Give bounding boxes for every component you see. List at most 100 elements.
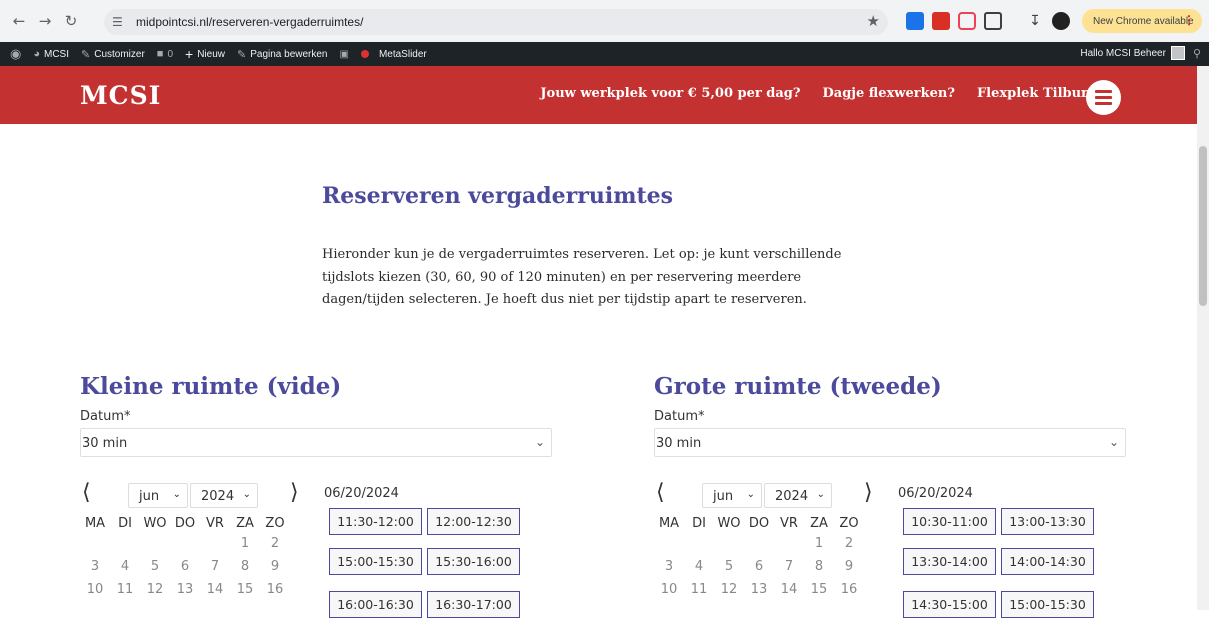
calendar-day[interactable]: 14 xyxy=(200,580,230,600)
nav-link-flexplek-tilburg[interactable]: Flexplek Tilburg xyxy=(977,86,1097,101)
forward-icon[interactable]: → xyxy=(34,10,56,32)
adminbar-metaslider[interactable]: MetaSlider xyxy=(379,49,427,60)
site-logo[interactable]: MCSI xyxy=(80,81,161,110)
site-info-icon[interactable]: ☰ xyxy=(112,15,130,29)
calendar-day[interactable]: 10 xyxy=(654,580,684,600)
wp-logo-icon[interactable]: ◉ xyxy=(10,46,21,62)
main-nav: Jouw werkplek voor € 5,00 per dag? Dagje… xyxy=(518,86,1097,101)
adminbar-edit-page[interactable]: ✎ Pagina bewerken xyxy=(237,48,328,61)
back-icon[interactable]: ← xyxy=(8,10,30,32)
extensions-puzzle-icon[interactable] xyxy=(984,12,1002,30)
downloads-icon[interactable]: ↧ xyxy=(1026,12,1044,30)
address-bar[interactable]: ☰ midpointcsi.nl/reserveren-vergaderruim… xyxy=(104,9,888,35)
pocket-icon[interactable] xyxy=(958,12,976,30)
prev-month-icon[interactable]: ⟨ xyxy=(656,480,665,505)
calendar-day[interactable]: 15 xyxy=(804,580,834,600)
room-large: Grote ruimte (tweede) Datum* 30 min ⌄ ⟨ … xyxy=(654,373,1129,618)
calendar-day[interactable]: 9 xyxy=(260,557,290,577)
calendar-day[interactable]: 1 xyxy=(804,534,834,554)
next-month-icon[interactable]: ⟩ xyxy=(864,480,873,505)
calendar-day[interactable]: 1 xyxy=(230,534,260,554)
next-month-icon[interactable]: ⟩ xyxy=(290,480,299,505)
calendar-day[interactable]: 13 xyxy=(170,580,200,600)
time-slot-button[interactable]: 14:30-15:00 xyxy=(903,591,996,618)
calendar-day[interactable]: 4 xyxy=(684,557,714,577)
time-slot-button[interactable]: 11:30-12:00 xyxy=(329,508,422,535)
calendar-day[interactable]: 8 xyxy=(804,557,834,577)
calendar-day[interactable]: 7 xyxy=(774,557,804,577)
time-slot-button[interactable]: 13:00-13:30 xyxy=(1001,508,1094,535)
calendar-day[interactable]: 6 xyxy=(170,557,200,577)
duration-select[interactable]: 30 min ⌄ xyxy=(80,428,552,457)
adminbar-greeting[interactable]: Hallo MCSI Beheer xyxy=(1080,48,1166,59)
time-slot-button[interactable]: 16:00-16:30 xyxy=(329,591,422,618)
pencil-icon: ✎ xyxy=(237,48,247,61)
calendar-day xyxy=(684,534,714,554)
calendar-day[interactable]: 9 xyxy=(834,557,864,577)
calendar-day[interactable]: 2 xyxy=(834,534,864,554)
nav-link-werkplek[interactable]: Jouw werkplek voor € 5,00 per dag? xyxy=(540,86,800,101)
time-slot-button[interactable]: 16:30-17:00 xyxy=(427,591,520,618)
weekday-header: MA DI WO DO VR ZA ZO xyxy=(80,514,310,534)
time-slot-button[interactable]: 15:30-16:00 xyxy=(427,548,520,575)
intro-text: Hieronder kun je de vergaderruimtes rese… xyxy=(322,247,842,307)
prev-month-icon[interactable]: ⟨ xyxy=(82,480,91,505)
calendar-day[interactable]: 14 xyxy=(774,580,804,600)
yoast-icon[interactable]: ▣ xyxy=(340,49,349,60)
calendar-day[interactable]: 12 xyxy=(714,580,744,600)
calendar-day[interactable]: 6 xyxy=(744,557,774,577)
calendar-day[interactable]: 16 xyxy=(834,580,864,600)
time-slot-button[interactable]: 10:30-11:00 xyxy=(903,508,996,535)
calendar-day[interactable]: 3 xyxy=(80,557,110,577)
weekday-label: WO xyxy=(143,516,167,531)
calendar-day[interactable]: 13 xyxy=(744,580,774,600)
reload-icon[interactable]: ↻ xyxy=(60,10,82,32)
month-select[interactable]: jun ⌄ xyxy=(702,483,762,508)
duration-select[interactable]: 30 min ⌄ xyxy=(654,428,1126,457)
adminbar-customizer[interactable]: ✎ Customizer xyxy=(81,48,145,61)
scrollbar-thumb[interactable] xyxy=(1199,146,1207,306)
time-slot-button[interactable]: 12:00-12:30 xyxy=(427,508,520,535)
profile-avatar-icon[interactable] xyxy=(1052,12,1070,30)
calendar-day[interactable]: 12 xyxy=(140,580,170,600)
calendar-day[interactable]: 16 xyxy=(260,580,290,600)
time-slot-button[interactable]: 13:30-14:00 xyxy=(903,548,996,575)
calendar-day[interactable]: 15 xyxy=(230,580,260,600)
calendar-day[interactable]: 7 xyxy=(200,557,230,577)
calendar-day[interactable]: 4 xyxy=(110,557,140,577)
nav-link-flexwerken[interactable]: Dagje flexwerken? xyxy=(823,86,955,101)
calendar-day[interactable]: 3 xyxy=(654,557,684,577)
month-select[interactable]: jun ⌄ xyxy=(128,483,188,508)
calendar-day[interactable]: 5 xyxy=(714,557,744,577)
calendar-day xyxy=(654,534,684,554)
calendar-day xyxy=(200,534,230,554)
page-scrollbar[interactable] xyxy=(1197,66,1209,610)
bookmark-star-icon[interactable]: ★ xyxy=(867,12,880,30)
time-slot-button[interactable]: 15:00-15:30 xyxy=(329,548,422,575)
url-text: midpointcsi.nl/reserveren-vergaderruimte… xyxy=(136,15,364,29)
update-chrome-button[interactable]: New Chrome available ⋮ xyxy=(1082,9,1202,33)
year-select[interactable]: 2024 ⌄ xyxy=(764,483,832,508)
search-icon[interactable]: ⚲ xyxy=(1193,47,1201,60)
wp-admin-bar: ◉ ◕ MCSI ✎ Customizer ■ 0 + Nieuw ✎ Pagina be… xyxy=(0,42,1209,66)
extension-icon[interactable] xyxy=(906,12,924,30)
weekday-label: DO xyxy=(174,516,196,531)
weekday-label: ZO xyxy=(839,516,859,531)
year-select[interactable]: 2024 ⌄ xyxy=(190,483,258,508)
extension-icon[interactable] xyxy=(932,12,950,30)
adminbar-site[interactable]: ◕ MCSI xyxy=(33,48,69,60)
calendar-day[interactable]: 11 xyxy=(684,580,714,600)
adminbar-comments[interactable]: ■ 0 xyxy=(157,48,173,60)
avatar[interactable] xyxy=(1170,46,1185,60)
duration-value: 30 min xyxy=(656,436,702,451)
calendar-day[interactable]: 2 xyxy=(260,534,290,554)
calendar-day[interactable]: 10 xyxy=(80,580,110,600)
time-slot-button[interactable]: 14:00-14:30 xyxy=(1001,548,1094,575)
chevron-down-icon: ⌄ xyxy=(1108,435,1119,449)
calendar-day[interactable]: 11 xyxy=(110,580,140,600)
adminbar-new[interactable]: + Nieuw xyxy=(185,46,225,62)
hamburger-menu-icon[interactable] xyxy=(1086,80,1121,115)
time-slot-button[interactable]: 15:00-15:30 xyxy=(1001,591,1094,618)
calendar-day[interactable]: 5 xyxy=(140,557,170,577)
calendar-day[interactable]: 8 xyxy=(230,557,260,577)
